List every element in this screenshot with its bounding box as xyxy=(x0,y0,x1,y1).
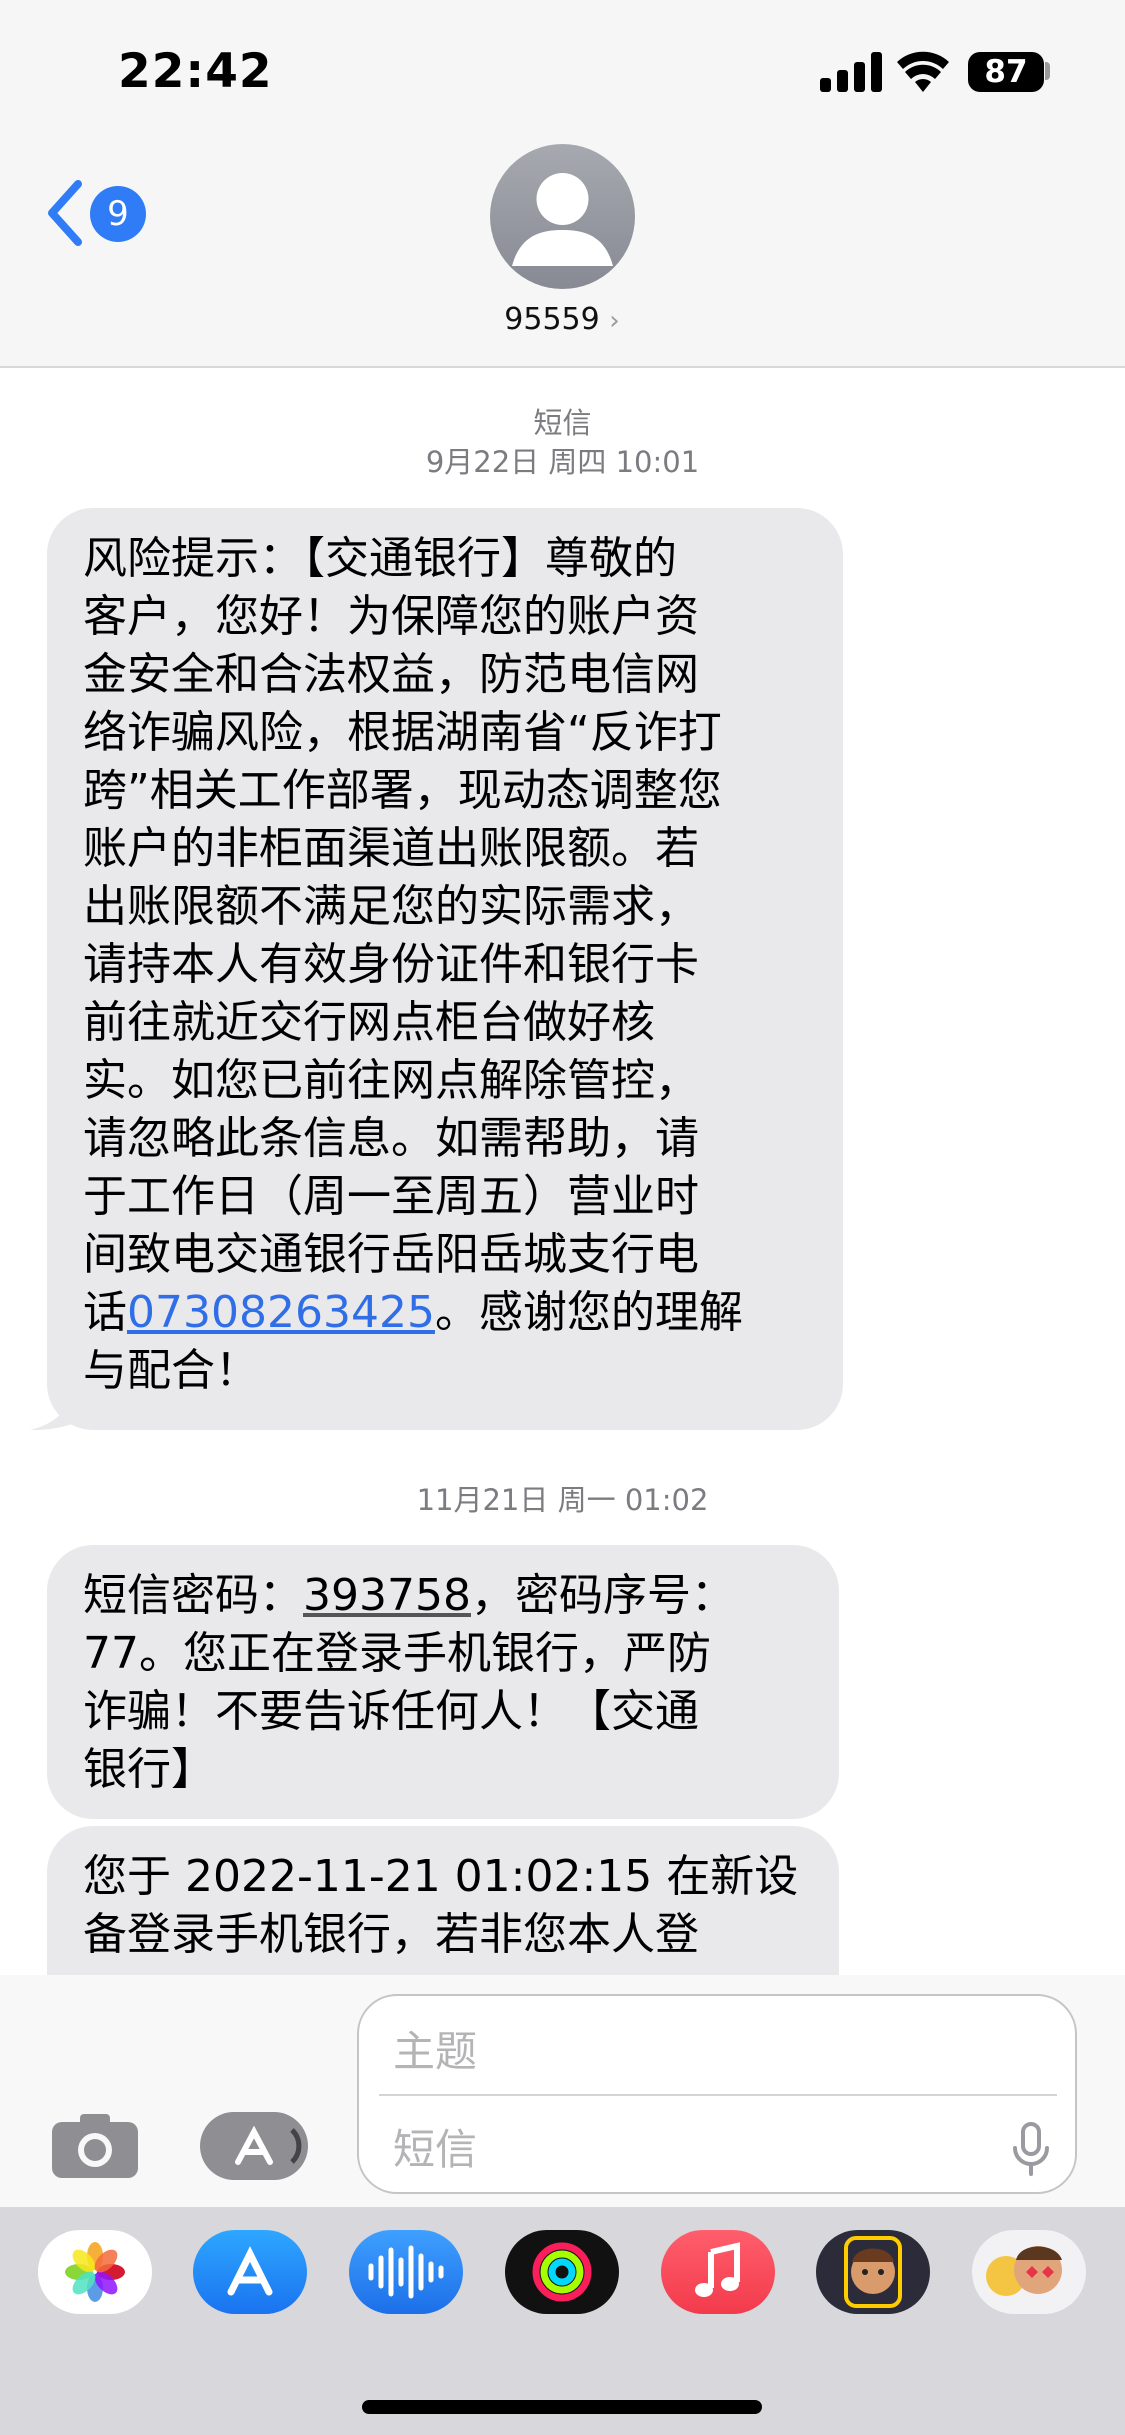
phone-suffix: 。感谢您的理解 xyxy=(434,1287,743,1338)
timestamp: 9月22日 周四 10:01 xyxy=(425,445,700,479)
memoji-icon[interactable] xyxy=(816,2230,930,2314)
message-line: 络诈骗风险，根据湖南省“反诈打 xyxy=(83,707,722,758)
message-line: 客户，您好！为保障您的账户资 xyxy=(83,591,699,642)
message-line: 请忽略此条信息。如需帮助，请 xyxy=(83,1113,699,1164)
subject-input[interactable]: 主题 xyxy=(393,2018,477,2079)
input-divider xyxy=(379,2094,1057,2096)
message-line: 银行】 xyxy=(83,1744,215,1795)
camera-icon[interactable] xyxy=(50,2110,140,2180)
message-line: 跨”相关工作部署，现动态调整您 xyxy=(83,765,722,816)
message-line: 前往就近交行网点柜台做好核 xyxy=(83,997,655,1048)
message-line: 短信密码：393758，密码序号： xyxy=(83,1567,803,1625)
cellular-signal-icon xyxy=(820,52,882,92)
message-input[interactable]: 短信 xyxy=(393,2116,477,2177)
phone-prefix: 话 xyxy=(83,1287,127,1338)
verification-code[interactable]: 393758 xyxy=(303,1570,471,1621)
chevron-left-icon xyxy=(48,180,82,246)
apps-button[interactable] xyxy=(200,2112,308,2180)
message-line: 出账限额不满足您的实际需求， xyxy=(83,881,699,932)
bubble-tail xyxy=(30,1390,80,1430)
message-service-label: 短信 xyxy=(533,406,592,440)
chevron-right-icon: › xyxy=(609,306,620,336)
status-time: 22:42 xyxy=(118,44,273,99)
message-line: 备登录手机银行，若非您本人登 xyxy=(83,1909,699,1960)
message-line: 账户的非柜面渠道出账限额。若 xyxy=(83,823,699,874)
back-button[interactable]: 9 xyxy=(44,180,154,250)
fitness-icon[interactable] xyxy=(505,2230,619,2314)
battery-cap xyxy=(1045,62,1050,80)
timestamp: 11月21日 周一 01:02 xyxy=(416,1483,709,1517)
message-line: 您于 2022-11-21 01:02:15 在新设 xyxy=(83,1851,799,1902)
message-line: 诈骗！不要告诉任何人！【交通 xyxy=(83,1686,699,1737)
message-bubble[interactable]: 短信密码：393758，密码序号： 77。您正在登录手机银行，严防 诈骗！不要告… xyxy=(47,1545,839,1819)
contact-name[interactable]: 95559 › xyxy=(462,302,662,337)
wifi-icon xyxy=(897,51,949,92)
battery-level: 87 xyxy=(968,52,1044,92)
message-line: 间致电交通银行岳阳岳城支行电 xyxy=(83,1229,699,1280)
message-line: 77。您正在登录手机银行，严防 xyxy=(83,1628,711,1679)
unread-count-badge: 9 xyxy=(90,186,146,242)
message-bubble[interactable]: 风险提示：【交通银行】尊敬的 客户，您好！为保障您的账户资 金安全和合法权益，防… xyxy=(47,508,843,1430)
microphone-icon[interactable] xyxy=(1011,2122,1051,2178)
message-line: 与配合！ xyxy=(83,1345,259,1396)
code-label: 短信密码： xyxy=(83,1570,303,1621)
message-line: 于工作日（周一至周五）营业时 xyxy=(83,1171,699,1222)
message-input-box[interactable]: 主题 短信 xyxy=(357,1994,1077,2194)
memoji-stickers-icon[interactable] xyxy=(972,2230,1086,2314)
message-line: 金安全和合法权益，防范电信网 xyxy=(83,649,699,700)
voice-memos-icon[interactable] xyxy=(349,2230,463,2314)
message-line: 话07308263425。感谢您的理解 xyxy=(83,1284,807,1342)
code-serial-label: ，密码序号： xyxy=(470,1570,735,1621)
message-line: 实。如您已前往网点解除管控， xyxy=(83,1055,699,1106)
message-line: 风险提示：【交通银行】尊敬的 xyxy=(83,533,677,584)
app-store-icon[interactable] xyxy=(193,2230,307,2314)
person-icon xyxy=(512,173,613,266)
contact-number: 95559 xyxy=(504,302,600,337)
contact-avatar[interactable] xyxy=(490,144,635,289)
phone-link[interactable]: 07308263425 xyxy=(127,1287,435,1338)
app-store-icon xyxy=(235,2125,302,2165)
photos-icon[interactable] xyxy=(38,2230,152,2314)
music-icon[interactable] xyxy=(661,2230,775,2314)
message-line: 请持本人有效身份证件和银行卡 xyxy=(83,939,699,990)
home-indicator xyxy=(362,2400,762,2414)
